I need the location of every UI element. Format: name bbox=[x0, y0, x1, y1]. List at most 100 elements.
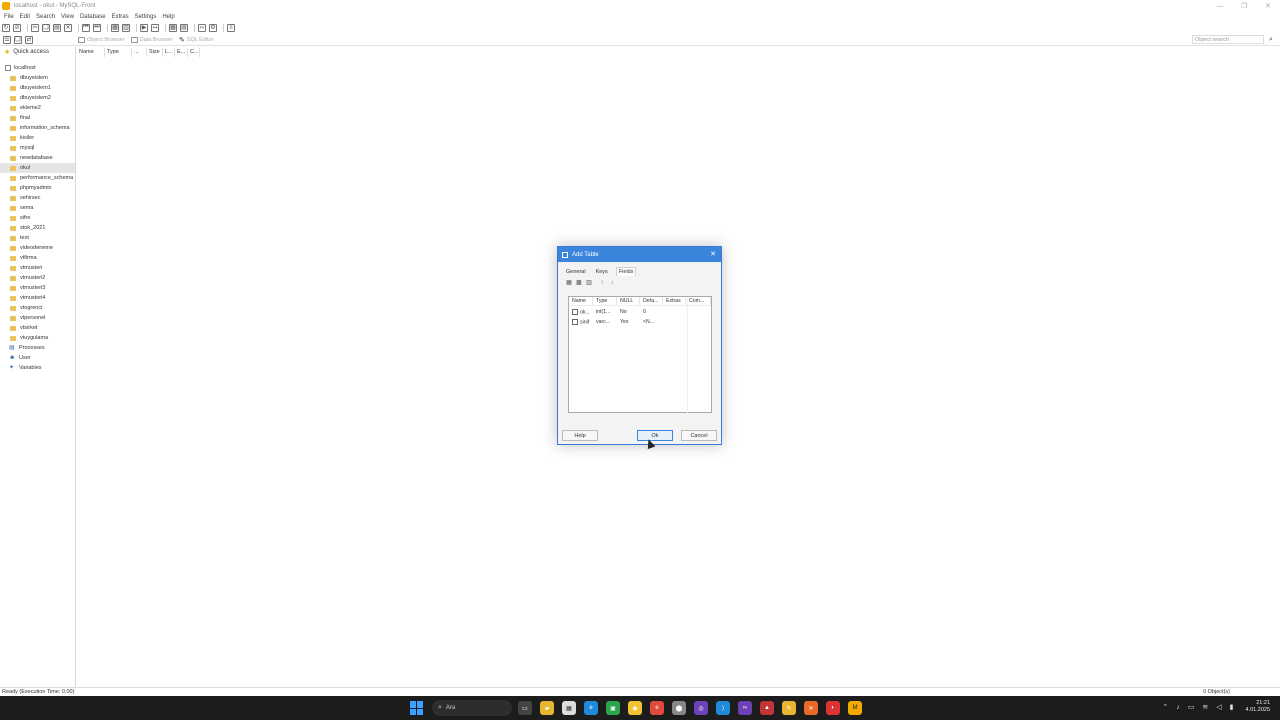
tree-database[interactable]: vtmusteri3 bbox=[0, 283, 75, 293]
windows-start-icon[interactable] bbox=[410, 701, 424, 715]
tree-database[interactable]: vtmusteri4 bbox=[0, 293, 75, 303]
object-search-input[interactable]: Object search bbox=[1192, 35, 1264, 44]
tree-database[interactable]: sehirsec bbox=[0, 193, 75, 203]
tab-keys[interactable]: Keys bbox=[594, 268, 610, 276]
tree-host[interactable]: localhost bbox=[0, 63, 75, 73]
delete-icon[interactable]: ✕ bbox=[64, 23, 72, 32]
tree-database[interactable]: vtmusteri2 bbox=[0, 273, 75, 283]
col-size[interactable]: Size bbox=[147, 47, 163, 57]
tree-database[interactable]: performance_schema bbox=[0, 173, 75, 183]
explorer-icon[interactable]: ❏ bbox=[14, 35, 22, 44]
wifi-icon[interactable]: ≋ bbox=[1202, 703, 1208, 711]
object-browser-button[interactable]: Object Browser bbox=[78, 36, 125, 43]
tree-variables[interactable]: ✦ Variables bbox=[0, 363, 75, 373]
edge-icon[interactable]: e bbox=[584, 701, 598, 715]
battery-icon[interactable]: ▮ bbox=[1230, 703, 1234, 711]
field-properties-icon[interactable]: ▥ bbox=[585, 280, 593, 287]
tree-database[interactable]: videodeneme bbox=[0, 243, 75, 253]
tree-database[interactable]: phpmyadmin bbox=[0, 183, 75, 193]
cut-icon[interactable]: ✂ bbox=[31, 23, 39, 32]
paste-icon[interactable]: ▤ bbox=[53, 23, 61, 32]
col-comment[interactable]: C... bbox=[188, 47, 200, 57]
tree-database[interactable]: okul bbox=[0, 163, 75, 173]
settings-icon[interactable]: ⚙ bbox=[209, 23, 217, 32]
tree-database[interactable]: vtsirket bbox=[0, 323, 75, 333]
tree-database[interactable]: dbuyeislem1 bbox=[0, 83, 75, 93]
chrome-icon[interactable]: ◉ bbox=[628, 701, 642, 715]
field-row[interactable]: ok... int(1... No 0 bbox=[569, 307, 711, 317]
field-col-extras[interactable]: Extras bbox=[663, 297, 686, 305]
tree-database[interactable]: sifre bbox=[0, 213, 75, 223]
tree-database[interactable]: ekleme2 bbox=[0, 103, 75, 113]
filter-icon[interactable]: ≡ bbox=[227, 23, 235, 32]
tree-database[interactable]: vtfirma bbox=[0, 253, 75, 263]
tree-database[interactable]: final bbox=[0, 113, 75, 123]
tree-database[interactable]: vtpersonel bbox=[0, 313, 75, 323]
xampp-icon[interactable]: ✕ bbox=[804, 701, 818, 715]
tree-database[interactable]: stok_2021 bbox=[0, 223, 75, 233]
sql-history-icon[interactable]: ⇄ bbox=[25, 35, 33, 44]
menu-file[interactable]: File bbox=[4, 14, 14, 20]
mysql-front-icon[interactable]: M bbox=[848, 701, 862, 715]
col-engine[interactable]: E... bbox=[175, 47, 188, 57]
quick-access[interactable]: ★ Quick access bbox=[0, 47, 75, 57]
delete-field-icon[interactable]: ▩ bbox=[575, 280, 583, 287]
grid-icon[interactable]: ▦ bbox=[169, 23, 177, 32]
field-col-default[interactable]: Defa... bbox=[640, 297, 663, 305]
tree-database[interactable]: kisiler bbox=[0, 133, 75, 143]
sql-editor-button[interactable]: ✎ SQL Editor bbox=[179, 36, 214, 44]
chevron-up-icon[interactable]: ⌃ bbox=[1162, 703, 1168, 711]
add-table-icon[interactable]: ▦ bbox=[111, 23, 119, 32]
menu-help[interactable]: Help bbox=[162, 14, 174, 20]
brave-icon[interactable]: ▲ bbox=[760, 701, 774, 715]
col-last[interactable]: L... bbox=[163, 47, 175, 57]
menu-search[interactable]: Search bbox=[36, 14, 55, 20]
field-col-null[interactable]: NULL bbox=[617, 297, 640, 305]
tree-database[interactable]: newdatabase bbox=[0, 153, 75, 163]
refresh-icon[interactable]: ↻ bbox=[2, 23, 10, 32]
field-row[interactable]: sinif varc... Yes <N... bbox=[569, 317, 711, 327]
file-explorer-icon[interactable]: ▰ bbox=[540, 701, 554, 715]
field-col-name[interactable]: Name bbox=[569, 297, 593, 305]
tree-database[interactable]: vtogrenci bbox=[0, 303, 75, 313]
tree-database[interactable]: mysql bbox=[0, 143, 75, 153]
execute-line-icon[interactable]: ↦ bbox=[151, 23, 159, 32]
search-icon[interactable]: ⌕ bbox=[1269, 36, 1276, 43]
tree-view-icon[interactable]: ☰ bbox=[3, 35, 11, 44]
pen-icon[interactable]: ✎ bbox=[782, 701, 796, 715]
arrow-down-icon[interactable]: ↓ bbox=[608, 280, 616, 287]
tree-database[interactable]: dbuyeislem bbox=[0, 73, 75, 83]
github-icon[interactable]: ◎ bbox=[694, 701, 708, 715]
tree-database[interactable]: test bbox=[0, 233, 75, 243]
tree-processes[interactable]: ▤ Processes bbox=[0, 343, 75, 353]
execute-icon[interactable]: ▶ bbox=[140, 23, 148, 32]
dialog-close-icon[interactable]: ✕ bbox=[710, 250, 716, 258]
tree-database[interactable]: information_schema bbox=[0, 123, 75, 133]
arrow-up-icon[interactable]: ↑ bbox=[598, 280, 606, 287]
menu-view[interactable]: View bbox=[61, 14, 74, 20]
tab-fields[interactable]: Fields bbox=[615, 267, 637, 276]
table-icon[interactable]: ▥ bbox=[122, 23, 130, 32]
visual-studio-icon[interactable]: ∞ bbox=[738, 701, 752, 715]
tree-database[interactable]: vtuygulama bbox=[0, 333, 75, 343]
add-field-icon[interactable]: ▦ bbox=[565, 280, 573, 287]
clock[interactable]: 21:21 4.01.2025 bbox=[1246, 700, 1270, 714]
edge-dev-icon[interactable]: e bbox=[650, 701, 664, 715]
ok-button[interactable]: Ok bbox=[637, 430, 673, 441]
volume-icon[interactable]: ◁ bbox=[1216, 703, 1221, 711]
minimize-icon[interactable]: — bbox=[1208, 0, 1232, 12]
store-icon[interactable]: ▦ bbox=[562, 701, 576, 715]
tab-general[interactable]: General bbox=[564, 268, 588, 276]
tree-database[interactable]: dbuyeislem2 bbox=[0, 93, 75, 103]
menu-settings[interactable]: Settings bbox=[135, 14, 157, 20]
cancel-button[interactable]: Cancel bbox=[681, 430, 717, 441]
app-icon[interactable]: ⬤ bbox=[672, 701, 686, 715]
last-record-icon[interactable]: ⏭ bbox=[93, 23, 101, 32]
stop-icon[interactable]: ⊘ bbox=[13, 23, 21, 32]
excel-icon[interactable]: ▣ bbox=[606, 701, 620, 715]
close-icon[interactable]: ✕ bbox=[1256, 0, 1280, 12]
task-view-icon[interactable]: ▭ bbox=[518, 701, 532, 715]
tree-database[interactable]: sema bbox=[0, 203, 75, 213]
data-browser-button[interactable]: Data Browser bbox=[130, 36, 173, 43]
restore-icon[interactable]: ❐ bbox=[1232, 0, 1256, 12]
